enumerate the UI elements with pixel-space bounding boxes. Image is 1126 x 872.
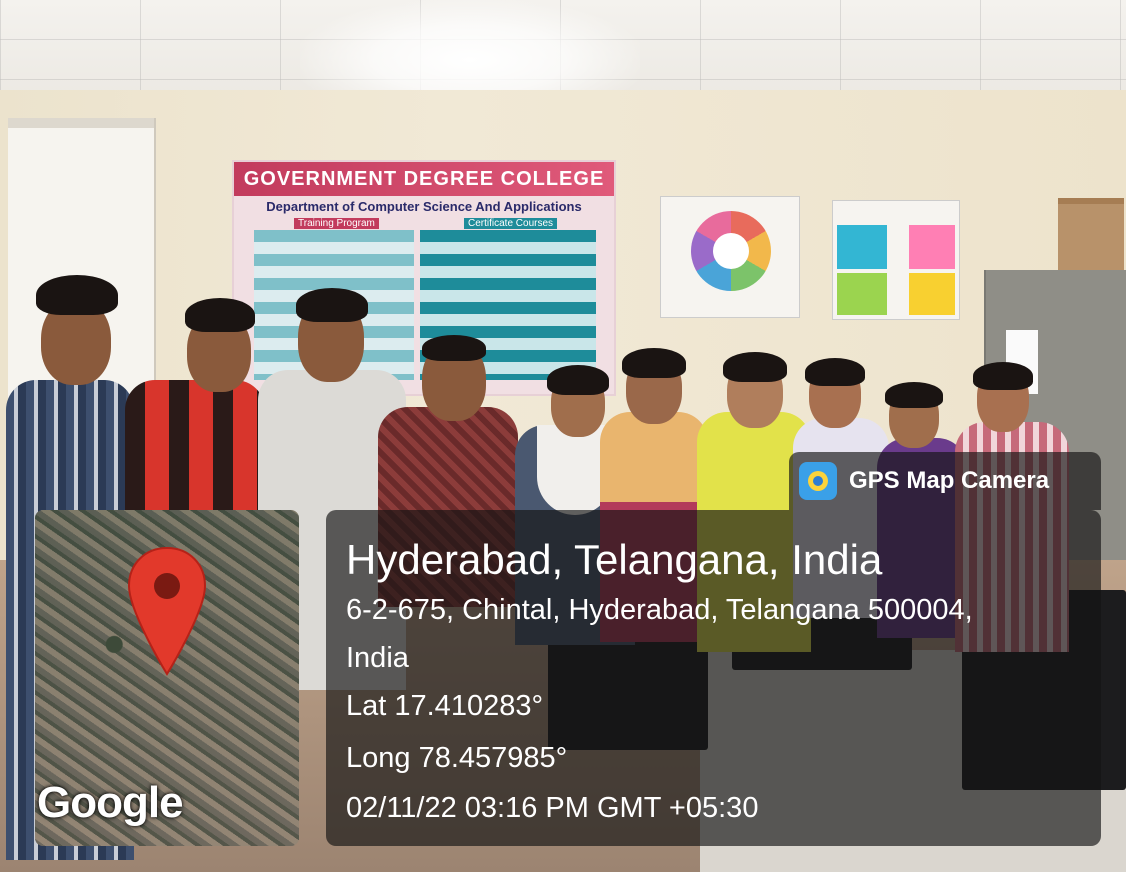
banner-right-heading: Certificate Courses [464,218,558,229]
map-brand-text: Google [37,778,184,827]
longitude-text: Long 78.457985° [346,742,568,774]
gps-map-camera-icon [799,462,837,500]
gps-app-tag: GPS Map Camera [789,452,1101,510]
latitude-text: Lat 17.410283° [346,690,544,722]
photo: GOVERNMENT DEGREE COLLEGE Department of … [0,0,1126,872]
place-title: Hyderabad, Telangana, India [346,536,883,583]
address-line-2: India [346,642,409,674]
gps-app-name: GPS Map Camera [849,467,1050,494]
satellite-map-thumbnail: Google [35,510,299,846]
wheel-poster [660,196,800,318]
location-pin-icon [127,546,207,676]
timestamp-text: 02/11/22 03:16 PM GMT +05:30 [346,792,759,824]
location-info-card: Hyderabad, Telangana, India 6-2-675, Chi… [326,510,1101,846]
banner-department: Department of Computer Science And Appli… [266,199,582,214]
chart-poster [832,200,960,320]
banner-left-heading: Training Program [294,218,379,229]
banner-college-name: GOVERNMENT DEGREE COLLEGE [234,162,614,196]
address-line-1: 6-2-675, Chintal, Hyderabad, Telangana 5… [346,594,973,626]
department-banner: GOVERNMENT DEGREE COLLEGE Department of … [232,160,616,396]
